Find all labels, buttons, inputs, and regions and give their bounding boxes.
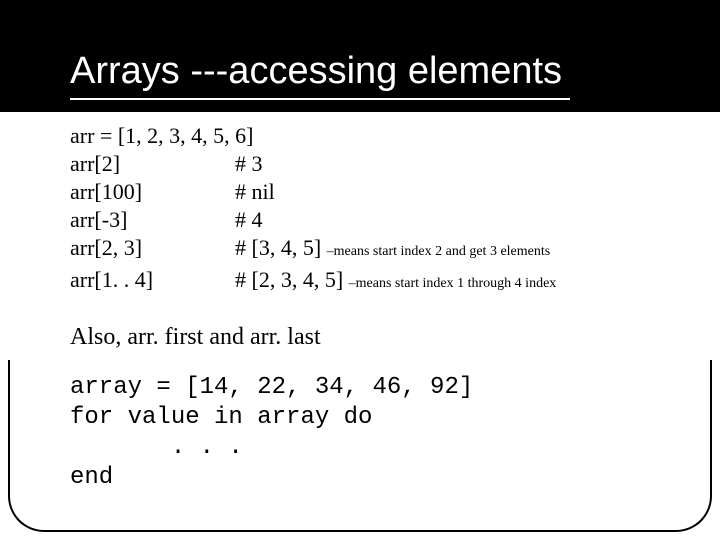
code-note: –means start index 2 and get 3 elements: [327, 244, 551, 259]
title-bar: Arrays ---accessing elements: [0, 0, 720, 112]
code-right: # 4: [235, 207, 263, 232]
code-line: arr[1. . 4]# [2, 3, 4, 5] –means start i…: [70, 266, 680, 298]
slide: Arrays ---accessing elements arr = [1, 2…: [0, 0, 720, 540]
frame-side-left: [8, 360, 10, 452]
code-left: arr[-3]: [70, 206, 235, 234]
code-line: arr = [1, 2, 3, 4, 5, 6]: [70, 122, 680, 150]
code-left: arr[1. . 4]: [70, 266, 235, 294]
code-note: –means start index 1 through 4 index: [349, 276, 557, 291]
code-left: arr[2, 3]: [70, 234, 235, 262]
code-right: # nil: [235, 179, 275, 204]
slide-content: arr = [1, 2, 3, 4, 5, 6] arr[2]# 3 arr[1…: [70, 122, 680, 493]
slide-title: Arrays ---accessing elements: [70, 50, 562, 93]
code-right: # 3: [235, 151, 263, 176]
code-left: arr[2]: [70, 150, 235, 178]
frame-side-right: [710, 360, 712, 452]
code-line: arr[2]# 3: [70, 150, 680, 178]
frame-corner-br: [630, 450, 712, 532]
also-text: Also, arr. first and arr. last: [70, 324, 680, 351]
code-left: arr[100]: [70, 178, 235, 206]
code-right: # [2, 3, 4, 5]: [235, 267, 349, 292]
code-block: array = [14, 22, 34, 46, 92] for value i…: [70, 373, 680, 493]
code-right: # [3, 4, 5]: [235, 235, 327, 260]
code-text: arr = [1, 2, 3, 4, 5, 6]: [70, 123, 253, 148]
code-line: arr[100]# nil: [70, 178, 680, 206]
title-underline: [70, 98, 570, 100]
frame-corner-bl: [8, 450, 90, 532]
code-line: arr[-3]# 4: [70, 206, 680, 234]
code-line: arr[2, 3]# [3, 4, 5] –means start index …: [70, 234, 680, 266]
frame-bottom: [88, 530, 632, 532]
